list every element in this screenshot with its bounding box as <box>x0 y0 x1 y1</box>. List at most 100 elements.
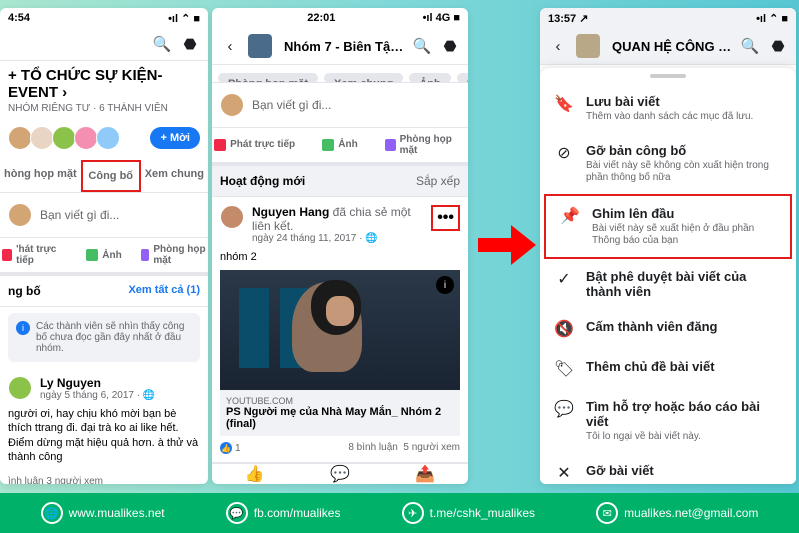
group-title[interactable]: QUAN HỆ CÔNG CH... <box>612 39 732 54</box>
see-all-link[interactable]: Xem tất cả (1) <box>128 284 200 298</box>
avatar[interactable] <box>30 126 54 150</box>
comment-button[interactable]: 💬 <box>297 464 382 484</box>
group-tabs: hòng họp mặt Công bố Xem chung <box>0 160 208 193</box>
chip-watch[interactable]: Xem chung <box>324 73 403 83</box>
poster-name[interactable]: Nguyen Hang đã chia sẻ một liên kết. <box>252 205 423 233</box>
post-menu-button[interactable]: ••• <box>431 205 460 231</box>
mail-icon: ✉ <box>596 502 618 524</box>
room-button[interactable]: Phòng họp mặt <box>383 128 468 162</box>
live-button[interactable]: Phát trực tiếp <box>212 128 297 162</box>
menu-item-1[interactable]: ⊘Gỡ bản công bốBài viết này sẽ không còn… <box>540 133 796 194</box>
sheet-handle[interactable] <box>650 74 686 78</box>
post-video-thumb[interactable]: i <box>220 270 460 390</box>
photo-icon <box>86 249 98 261</box>
search-icon[interactable]: 🔍 <box>740 36 760 56</box>
back-icon[interactable]: ‹ <box>548 36 568 56</box>
phone-3: 13:57 ↗ •ıl ⌃ ■ ‹ QUAN HỆ CÔNG CH... 🔍 ⬣… <box>540 8 796 484</box>
group-title[interactable]: + TỔ CHỨC SỰ KIỆN- EVENT › <box>0 61 208 103</box>
avatar[interactable] <box>8 126 32 150</box>
menu-subtitle: Thêm vào danh sách các mục đã lưu. <box>586 111 782 123</box>
shield-icon[interactable]: ⬣ <box>768 36 788 56</box>
announce-label: ng bố <box>8 284 41 298</box>
chip-rooms[interactable]: Phòng họp mặt <box>218 73 318 83</box>
sort-button[interactable]: Sắp xếp <box>416 174 460 188</box>
footer-telegram[interactable]: ✈t.me/cshk_mualikes <box>402 502 535 524</box>
post-actions: 👍 💬 📤 <box>212 463 468 484</box>
avatar[interactable] <box>52 126 76 150</box>
telegram-icon: ✈ <box>402 502 424 524</box>
menu-icon: ⊘ <box>554 143 574 163</box>
arrow-indicator <box>478 225 538 265</box>
group-subtitle: NHÓM RIÊNG TƯ · 6 THÀNH VIÊN <box>0 103 208 122</box>
avatar[interactable] <box>96 126 120 150</box>
menu-item-4[interactable]: 🔇Cấm thành viên đăng <box>540 309 796 349</box>
status-time: 13:57 ↗ <box>548 12 588 25</box>
photo-button[interactable]: Ảnh <box>297 128 382 162</box>
menu-title: Tìm hỗ trợ hoặc báo cáo bài viết <box>586 399 782 429</box>
menu-item-2[interactable]: 📌Ghim lên đầuBài viết này sẽ xuất hiện ở… <box>544 194 792 259</box>
announce-header: ng bố Xem tất cả (1) <box>0 276 208 307</box>
send-button[interactable]: 📤 <box>383 464 468 484</box>
photo-button[interactable]: Ảnh <box>69 238 138 272</box>
shield-icon[interactable]: ⬣ <box>440 36 460 56</box>
poster-avatar[interactable] <box>8 376 32 400</box>
status-indicators: •ıl ⌃ ■ <box>756 12 788 25</box>
chip-photos[interactable]: Ảnh <box>409 73 450 83</box>
group-title[interactable]: Nhóm 7 - Biên Tập Tr... <box>284 39 404 54</box>
menu-item-7[interactable]: ✕Gỡ bài viết <box>540 453 796 484</box>
composer-actions: 'hát trực tiếp Ảnh Phòng họp mặt <box>0 238 208 276</box>
menu-icon: 📌 <box>560 206 580 226</box>
chip-events[interactable]: Sự k <box>457 73 468 83</box>
status-bar: 13:57 ↗ •ıl ⌃ ■ <box>540 8 796 28</box>
composer[interactable]: Bạn viết gì đi... <box>212 83 468 128</box>
announce-info: i Các thành viên sẽ nhìn thấy công bố ch… <box>8 313 200 362</box>
room-icon <box>385 139 396 151</box>
menu-item-0[interactable]: 🔖Lưu bài viếtThêm vào danh sách các mục … <box>540 84 796 133</box>
menu-icon: 🔖 <box>554 94 574 114</box>
menu-item-6[interactable]: 💬Tìm hỗ trợ hoặc báo cáo bài viếtTôi lo … <box>540 389 796 453</box>
phone-2: 22:01 •ıl 4G ■ ‹ Nhóm 7 - Biên Tập Tr...… <box>212 8 468 484</box>
search-icon[interactable]: 🔍 <box>412 36 432 56</box>
menu-item-3[interactable]: ✓Bật phê duyệt bài viết của thành viên <box>540 259 796 309</box>
post-stats: ình luận 3 người xem <box>8 470 200 484</box>
invite-button[interactable]: + Mời <box>150 127 200 149</box>
like-count[interactable]: 👍1 <box>220 442 241 454</box>
footer-web[interactable]: 🌐www.mualikes.net <box>41 502 165 524</box>
link-source: YOUTUBE.COM <box>226 396 454 406</box>
group-avatar[interactable] <box>576 34 600 58</box>
link-preview[interactable]: YOUTUBE.COM PS Người mẹ của Nhà May Mắn_… <box>220 390 460 436</box>
menu-icon: 💬 <box>554 399 574 419</box>
live-button[interactable]: 'hát trực tiếp <box>0 238 69 272</box>
tab-announcements[interactable]: Công bố <box>81 160 141 192</box>
post-stats: 👍1 8 bình luận 5 người xem <box>220 436 460 454</box>
shield-icon[interactable]: ⬣ <box>180 34 200 54</box>
composer[interactable]: Bạn viết gì đi... <box>0 193 208 238</box>
live-icon <box>2 249 12 261</box>
menu-item-5[interactable]: 🏷Thêm chủ đề bài viết <box>540 349 796 389</box>
room-button[interactable]: Phòng họp mặt <box>139 238 208 272</box>
activity-header: Hoạt động mới Sắp xếp <box>212 166 468 197</box>
group-avatar[interactable] <box>248 34 272 58</box>
tab-watch-together[interactable]: Xem chung <box>141 160 208 192</box>
poster-name[interactable]: Ly Nguyen <box>40 376 155 390</box>
footer-fb[interactable]: 💬fb.com/mualikes <box>226 502 341 524</box>
info-badge[interactable]: i <box>436 276 454 294</box>
activity-label: Hoạt động mới <box>220 174 305 188</box>
menu-subtitle: Bài viết này sẽ xuất hiện ở đầu phần Thô… <box>592 223 776 247</box>
poster-avatar[interactable] <box>220 205 244 229</box>
footer-mail[interactable]: ✉mualikes.net@gmail.com <box>596 502 758 524</box>
avatar[interactable] <box>74 126 98 150</box>
search-icon[interactable]: 🔍 <box>152 34 172 54</box>
live-icon <box>214 139 226 151</box>
tab-rooms[interactable]: hòng họp mặt <box>0 160 81 192</box>
feed-post: Nguyen Hang đã chia sẻ một liên kết. ngà… <box>212 197 468 463</box>
like-button[interactable]: 👍 <box>212 464 297 484</box>
composer-placeholder: Bạn viết gì đi... <box>252 98 460 112</box>
member-avatars[interactable]: + Mời <box>0 122 208 160</box>
status-indicators: •ıl 4G ■ <box>423 12 460 24</box>
action-sheet: 🔖Lưu bài viếtThêm vào danh sách các mục … <box>540 68 796 484</box>
status-bar: 4:54 •ıl ⌃ ■ <box>0 8 208 28</box>
phone-1: 4:54 •ıl ⌃ ■ 🔍 ⬣ + TỔ CHỨC SỰ KIỆN- EVEN… <box>0 8 208 484</box>
post-group-tag: nhóm 2 <box>220 244 460 270</box>
back-icon[interactable]: ‹ <box>220 36 240 56</box>
